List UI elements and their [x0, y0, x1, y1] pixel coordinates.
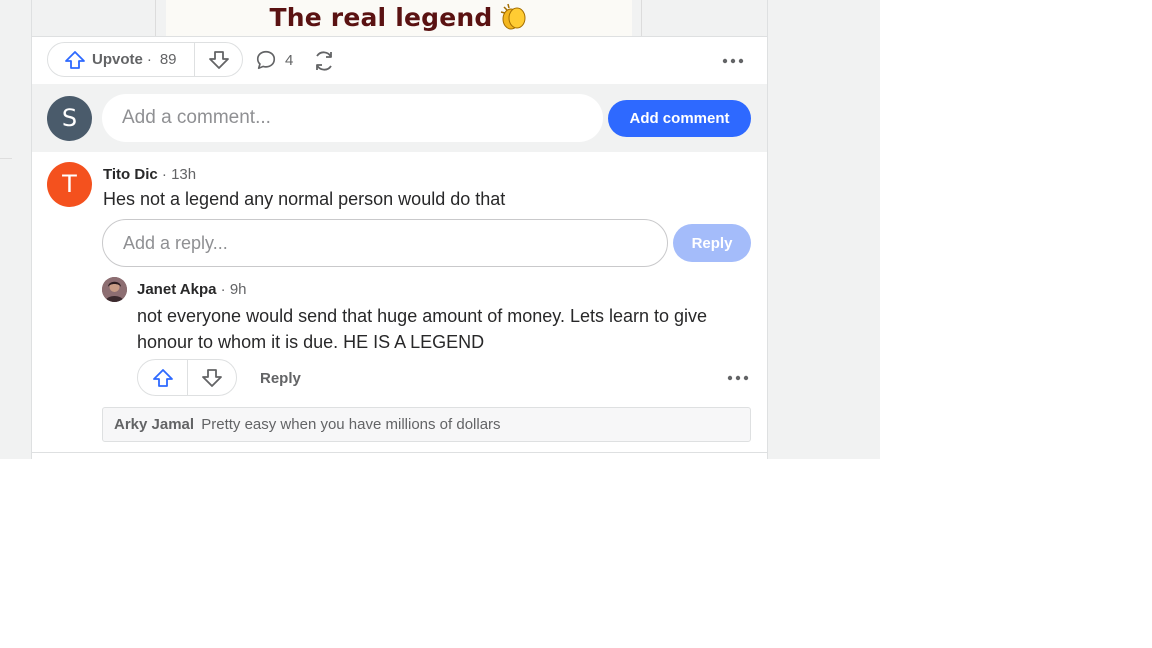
post-card: The real legend Upvote · 89 4 S Add a co… — [31, 0, 768, 459]
clapping-hands-icon — [499, 3, 529, 36]
comments-button[interactable]: 4 — [255, 47, 293, 73]
downvote-icon — [208, 50, 229, 69]
collapsed-reply[interactable]: Arky Jamal Pretty easy when you have mil… — [102, 407, 751, 442]
vote-pill: Upvote · 89 — [47, 42, 243, 77]
comment-input[interactable] — [102, 94, 603, 142]
add-comment-button[interactable]: Add comment — [608, 100, 751, 137]
comment-thread: T Tito Dic · 13h Hes not a legend any no… — [32, 152, 767, 452]
reply-meta: Janet Akpa · 9h — [137, 281, 247, 298]
more-options-button[interactable] — [720, 49, 746, 73]
reply-submit-button[interactable]: Reply — [673, 224, 751, 262]
reply-more-options-button[interactable] — [725, 368, 751, 388]
share-icon — [316, 51, 332, 71]
reply-timestamp[interactable]: · 9h — [216, 281, 247, 298]
reply-body: not everyone would send that huge amount… — [137, 306, 708, 352]
reply-item: Janet Akpa · 9h not everyone would send … — [102, 276, 752, 396]
reply-author[interactable]: Janet Akpa — [137, 281, 216, 298]
comment-icon — [256, 50, 276, 70]
reply-vote-pill — [137, 359, 237, 396]
collapsed-reply-text: Pretty easy when you have millions of do… — [201, 416, 501, 433]
add-comment-bar: S Add comment — [32, 84, 767, 152]
downvote-button[interactable] — [195, 43, 242, 76]
upvote-label: Upvote — [92, 51, 143, 68]
reply-downvote-button[interactable] — [188, 360, 236, 395]
upvote-icon — [152, 368, 173, 387]
share-button[interactable] — [311, 48, 337, 74]
commenter-avatar[interactable]: T — [47, 162, 92, 207]
image-border-right — [641, 0, 642, 36]
left-divider — [0, 158, 12, 159]
post-image-area: The real legend — [32, 0, 767, 37]
collapsed-reply-author[interactable]: Arky Jamal — [114, 416, 194, 433]
downvote-icon — [202, 368, 222, 387]
reply-button[interactable]: Reply — [260, 370, 301, 387]
comment-author[interactable]: Tito Dic — [103, 166, 158, 183]
reply-upvote-button[interactable] — [138, 360, 187, 395]
image-border-left — [155, 0, 156, 36]
comment-timestamp[interactable]: · 13h — [158, 166, 196, 183]
upvote-separator: · — [146, 51, 152, 68]
more-options-icon — [727, 375, 749, 381]
comment-count: 4 — [285, 51, 294, 69]
reply-input[interactable] — [102, 219, 668, 267]
image-caption: The real legend — [269, 3, 493, 32]
reply-avatar[interactable] — [102, 277, 127, 302]
action-bar: Upvote · 89 4 — [32, 37, 767, 84]
more-options-icon — [722, 58, 744, 64]
comment-meta: Tito Dic · 13h — [103, 166, 196, 183]
upvote-count: 89 — [159, 51, 177, 68]
post-image[interactable]: The real legend — [166, 0, 632, 36]
upvote-button[interactable]: Upvote · 89 — [48, 43, 194, 76]
upvote-icon — [65, 50, 85, 69]
viewport: The real legend Upvote · 89 4 S Add a co… — [0, 0, 880, 459]
user-avatar[interactable]: S — [47, 96, 92, 141]
comment-body: Hes not a legend any normal person would… — [103, 189, 506, 209]
card-divider — [32, 452, 767, 453]
